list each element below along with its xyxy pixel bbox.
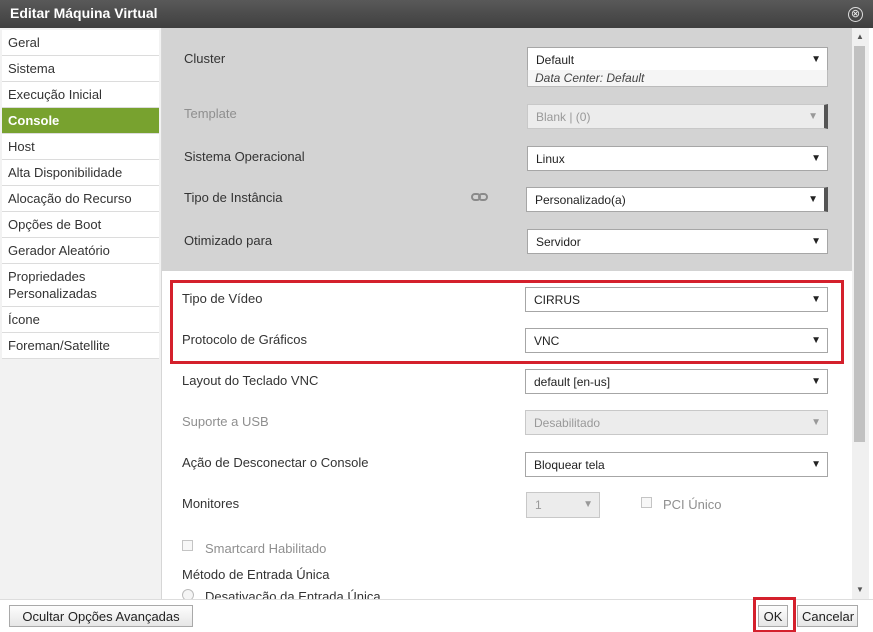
usb-support-select: Desabilitado ▼ (525, 410, 828, 435)
os-value: Linux (536, 152, 565, 166)
disconnect-action-label: Ação de Desconectar o Console (182, 455, 369, 470)
hide-advanced-button[interactable]: Ocultar Opções Avançadas (9, 605, 193, 627)
os-label: Sistema Operacional (184, 149, 305, 164)
scroll-down-icon[interactable]: ▼ (856, 585, 864, 594)
sidebar-item-geral[interactable]: Geral (2, 30, 159, 56)
scrollbar-thumb[interactable] (854, 46, 865, 442)
sso-disable-radio[interactable] (182, 589, 194, 599)
vnc-keyboard-value: default [en-us] (534, 375, 611, 389)
chevron-down-icon: ▼ (811, 335, 821, 346)
sidebar-item-icone[interactable]: Ícone (2, 307, 159, 333)
single-pci-checkbox[interactable] (641, 497, 652, 508)
chevron-down-icon: ▼ (811, 236, 821, 247)
video-type-select[interactable]: CIRRUS ▼ (525, 287, 828, 312)
chevron-down-icon: ▼ (811, 459, 821, 470)
instance-type-select[interactable]: Personalizado(a) ▼ (526, 187, 828, 212)
sidebar-item-host[interactable]: Host (2, 134, 159, 160)
sso-label: Método de Entrada Única (182, 567, 330, 582)
monitors-select: 1 ▼ (526, 492, 600, 518)
vertical-scrollbar[interactable]: ▲ ▼ (852, 28, 869, 599)
usb-support-value: Desabilitado (534, 416, 601, 430)
sso-disable-label: Desativação da Entrada Única (205, 589, 381, 599)
disconnect-action-select[interactable]: Bloquear tela ▼ (525, 452, 828, 477)
cluster-data-center: Data Center: Default (527, 70, 828, 87)
usb-support-label: Suporte a USB (182, 414, 269, 429)
graphics-protocol-label: Protocolo de Gráficos (182, 332, 308, 347)
disconnect-action-value: Bloquear tela (534, 458, 605, 472)
cluster-label: Cluster (184, 51, 226, 66)
dialog-title: Editar Máquina Virtual (10, 5, 158, 21)
chevron-down-icon: ▼ (811, 54, 821, 65)
graphics-protocol-select[interactable]: VNC ▼ (525, 328, 828, 353)
vnc-keyboard-select[interactable]: default [en-us] ▼ (525, 369, 828, 394)
cluster-select[interactable]: Default ▼ (527, 47, 828, 72)
template-select: Blank | (0) ▼ (527, 104, 828, 129)
graphics-protocol-value: VNC (534, 334, 560, 348)
video-type-label: Tipo de Vídeo (182, 291, 263, 306)
chevron-down-icon: ▼ (811, 376, 821, 387)
main-content: Cluster Default ▼ Data Center: Default T… (162, 28, 852, 599)
sidebar-item-alocacao-recurso[interactable]: Alocação do Recurso (2, 186, 159, 212)
sidebar-item-opcoes-boot[interactable]: Opções de Boot (2, 212, 159, 238)
optimized-for-label: Otimizado para (184, 233, 273, 248)
os-select[interactable]: Linux ▼ (527, 146, 828, 171)
smartcard-checkbox[interactable] (182, 540, 193, 551)
sidebar-item-alta-disponibilidade[interactable]: Alta Disponibilidade (2, 160, 159, 186)
sidebar-item-execucao-inicial[interactable]: Execução Inicial (2, 82, 159, 108)
instance-type-value: Personalizado(a) (535, 193, 626, 207)
monitors-value: 1 (535, 498, 542, 512)
optimized-for-value: Servidor (536, 235, 581, 249)
sidebar-item-gerador-aleatorio[interactable]: Gerador Aleatório (2, 238, 159, 264)
chevron-down-icon: ▼ (811, 417, 821, 428)
sidebar-item-sistema[interactable]: Sistema (2, 56, 159, 82)
instance-type-label: Tipo de Instância (184, 190, 283, 205)
sidebar: Geral Sistema Execução Inicial Console H… (0, 28, 162, 599)
monitors-label: Monitores (182, 496, 240, 511)
video-type-value: CIRRUS (534, 293, 581, 307)
dialog-title-bar: Editar Máquina Virtual ⊗ (0, 0, 873, 28)
template-label: Template (184, 106, 237, 121)
cancel-button[interactable]: Cancelar (797, 605, 858, 627)
sidebar-item-foreman-satellite[interactable]: Foreman/Satellite (2, 333, 159, 359)
smartcard-label: Smartcard Habilitado (205, 541, 327, 556)
vnc-keyboard-label: Layout do Teclado VNC (182, 373, 319, 388)
dialog-footer: Ocultar Opções Avançadas OK Cancelar (0, 597, 873, 632)
sidebar-item-console[interactable]: Console (2, 108, 159, 134)
ok-button[interactable]: OK (758, 605, 788, 627)
chevron-down-icon: ▼ (808, 194, 818, 205)
sidebar-nav: Geral Sistema Execução Inicial Console H… (0, 30, 161, 359)
scroll-up-icon[interactable]: ▲ (856, 32, 864, 41)
template-value: Blank | (0) (536, 110, 591, 124)
close-icon[interactable]: ⊗ (848, 7, 863, 22)
link-icon[interactable] (471, 192, 488, 202)
cluster-value: Default (536, 53, 575, 67)
chevron-down-icon: ▼ (583, 499, 593, 510)
single-pci-label: PCI Único (663, 497, 722, 512)
chevron-down-icon: ▼ (811, 294, 821, 305)
sidebar-item-propriedades-personalizadas[interactable]: Propriedades Personalizadas (2, 264, 159, 307)
chevron-down-icon: ▼ (808, 111, 818, 122)
optimized-for-select[interactable]: Servidor ▼ (527, 229, 828, 254)
chevron-down-icon: ▼ (811, 153, 821, 164)
